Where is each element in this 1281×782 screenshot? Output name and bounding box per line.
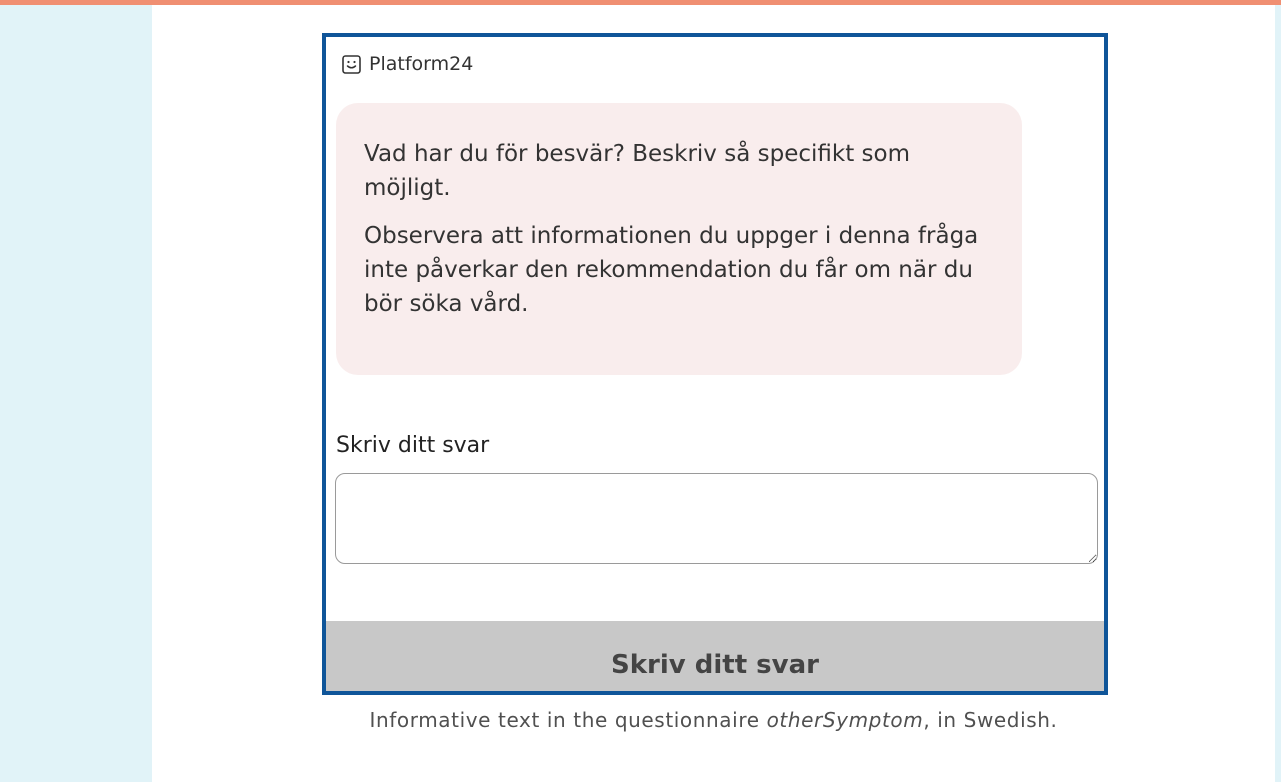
top-accent-bar xyxy=(0,0,1281,5)
submit-button-label: Skriv ditt svar xyxy=(611,650,819,680)
caption-text: Informative text in the questionnaire xyxy=(369,708,767,732)
answer-input[interactable] xyxy=(335,473,1098,564)
message-bubble: Vad har du för besvär? Beskriv så specif… xyxy=(336,103,1022,375)
right-margin-panel xyxy=(1275,5,1281,782)
figure-caption: Informative text in the questionnaire ot… xyxy=(152,708,1275,732)
left-margin-panel xyxy=(0,5,152,782)
brand-name: Platform24 xyxy=(369,53,474,75)
smiley-chat-icon xyxy=(342,54,361,74)
message-paragraph: Vad har du för besvär? Beskriv så specif… xyxy=(364,141,910,201)
caption-text-end: , in Swedish. xyxy=(923,708,1058,732)
submit-button[interactable]: Skriv ditt svar xyxy=(326,621,1104,691)
caption-emphasis: otherSymptom xyxy=(766,708,924,732)
message-paragraph: Observera att informationen du uppger i … xyxy=(364,223,979,317)
screenshot-frame: Platform24 Vad har du för besvär? Beskri… xyxy=(322,33,1108,695)
answer-label: Skriv ditt svar xyxy=(336,433,490,458)
chat-header: Platform24 xyxy=(342,50,473,78)
